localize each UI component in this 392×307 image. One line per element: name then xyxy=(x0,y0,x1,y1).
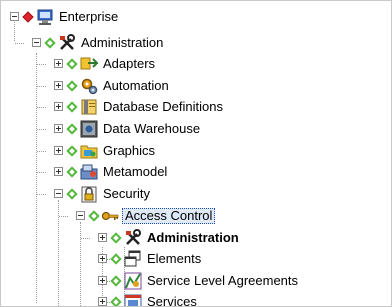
tree-node-label: Administration xyxy=(147,230,239,245)
node-marker-icon xyxy=(66,188,78,200)
node-marker-icon xyxy=(110,296,122,306)
tree-node-administration[interactable]: Administration xyxy=(1,33,391,54)
expand-toggle[interactable] xyxy=(98,276,107,285)
tree-node-label: Database Definitions xyxy=(103,99,223,114)
tree-connector xyxy=(37,129,46,130)
tools-icon xyxy=(60,34,75,50)
tree-node-services[interactable]: Services xyxy=(1,292,391,307)
tree-node-service-level-agreements[interactable]: Service Level Agreements xyxy=(1,271,391,292)
tree-node-label-selected: Access Control xyxy=(122,208,216,224)
expand-toggle[interactable] xyxy=(54,59,63,68)
tree-node-access-control[interactable]: Access Control xyxy=(1,206,391,227)
node-marker-icon xyxy=(66,166,78,178)
collapse-toggle[interactable] xyxy=(54,189,63,198)
metamodel-icon xyxy=(80,164,98,180)
expand-toggle[interactable] xyxy=(54,167,63,176)
enterprise-server-icon xyxy=(37,9,53,25)
node-marker-icon xyxy=(88,210,100,222)
collapse-toggle[interactable] xyxy=(10,12,19,21)
expand-toggle[interactable] xyxy=(98,297,107,306)
collapse-toggle[interactable] xyxy=(76,211,85,220)
tree-node-label: Services xyxy=(147,294,197,307)
node-marker-icon xyxy=(66,145,78,157)
tree-node-label: Security xyxy=(103,186,150,201)
tree-node-ac-administration[interactable]: Administration xyxy=(1,228,391,249)
tree-connector xyxy=(81,238,90,239)
expand-toggle[interactable] xyxy=(54,102,63,111)
tree-node-elements[interactable]: Elements xyxy=(1,249,391,270)
tree-node-label: Automation xyxy=(103,78,169,93)
tree-connector xyxy=(59,216,68,217)
key-icon xyxy=(101,211,119,221)
tree-connector xyxy=(37,151,46,152)
tree-node-label: Enterprise xyxy=(59,9,119,24)
expand-toggle[interactable] xyxy=(98,233,107,242)
expand-toggle[interactable] xyxy=(54,81,63,90)
tree-node-label: Service Level Agreements xyxy=(147,273,299,288)
tree-connector xyxy=(15,43,24,44)
database-icon xyxy=(81,99,97,115)
root-marker-icon xyxy=(22,11,34,23)
tree-node-label: Data Warehouse xyxy=(103,121,201,136)
node-marker-icon xyxy=(66,80,78,92)
tree-node-database-definitions[interactable]: Database Definitions xyxy=(1,97,391,118)
adapters-icon xyxy=(80,57,98,70)
expand-toggle[interactable] xyxy=(98,254,107,263)
service-level-agreement-icon xyxy=(124,272,142,290)
node-marker-icon xyxy=(110,232,122,244)
security-lock-icon xyxy=(81,186,97,203)
node-marker-icon xyxy=(110,275,122,287)
tree-node-label: Administration xyxy=(81,35,164,50)
tree-node-metamodel[interactable]: Metamodel xyxy=(1,162,391,183)
expand-toggle[interactable] xyxy=(54,146,63,155)
tree-node-data-warehouse[interactable]: Data Warehouse xyxy=(1,119,391,140)
node-marker-icon xyxy=(66,58,78,70)
tree-node-graphics[interactable]: Graphics xyxy=(1,141,391,162)
services-icon xyxy=(124,294,142,306)
node-marker-icon xyxy=(66,101,78,113)
tools-icon xyxy=(126,229,141,245)
tree-connector xyxy=(37,86,46,87)
tree-node-automation[interactable]: Automation xyxy=(1,76,391,97)
tree-connector xyxy=(37,107,46,108)
tree-node-label: Metamodel xyxy=(103,164,168,179)
tree-node-label: Graphics xyxy=(103,143,156,158)
automation-gears-icon xyxy=(81,78,98,95)
tree-node-enterprise[interactable]: Enterprise xyxy=(1,7,391,28)
elements-windows-icon xyxy=(124,250,141,267)
data-warehouse-icon xyxy=(80,120,98,138)
node-marker-icon xyxy=(110,253,122,265)
tree-node-adapters[interactable]: Adapters xyxy=(1,54,391,75)
tree-node-security[interactable]: Security xyxy=(1,184,391,205)
node-marker-icon xyxy=(44,37,56,49)
tree-connector xyxy=(37,64,46,65)
expand-toggle[interactable] xyxy=(54,124,63,133)
node-marker-icon xyxy=(66,123,78,135)
collapse-toggle[interactable] xyxy=(32,38,41,47)
tree-connector xyxy=(37,172,46,173)
tree-node-label: Adapters xyxy=(103,56,156,71)
tree-connector xyxy=(37,194,46,195)
tree-node-label: Elements xyxy=(147,251,202,266)
graphics-folder-icon xyxy=(80,145,98,159)
navigation-tree: Enterprise Administration Adapters Autom… xyxy=(0,0,392,307)
